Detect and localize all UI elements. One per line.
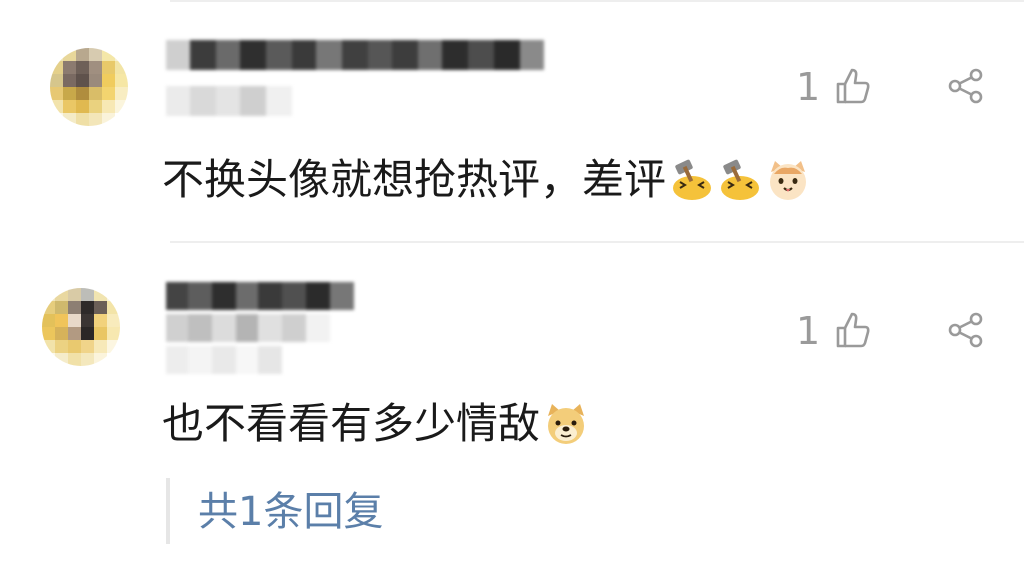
share-icon[interactable] xyxy=(948,312,984,348)
divider xyxy=(170,0,1024,2)
pixelated-avatar-image xyxy=(50,48,128,126)
reply-indicator-bar xyxy=(166,478,170,544)
comment-list: 1 不换头像就想抢热评，差评 1 也不看看有多少情敌 共1条回复 xyxy=(0,0,1024,574)
like-count: 1 xyxy=(796,65,821,109)
cat-face-emoji xyxy=(770,161,807,200)
thumbs-up-icon[interactable] xyxy=(834,310,872,350)
share-icon[interactable] xyxy=(948,68,984,104)
comment-body: 也不看看有多少情敌 xyxy=(162,399,541,448)
view-replies-link[interactable]: 共1条回复 xyxy=(198,492,383,532)
avatar[interactable] xyxy=(50,48,128,126)
doge-emoji xyxy=(548,404,585,444)
thumbs-up-icon[interactable] xyxy=(834,66,872,106)
pixelated-avatar-image xyxy=(42,288,120,366)
username-blurred[interactable] xyxy=(166,282,366,378)
comment-text: 也不看看有多少情敌 xyxy=(162,402,588,446)
username-blurred[interactable] xyxy=(166,40,566,132)
like-count: 1 xyxy=(796,309,821,353)
hammer-emoji xyxy=(673,159,712,200)
avatar[interactable] xyxy=(42,288,120,366)
hammer-emoji xyxy=(721,159,760,200)
comment-text: 不换头像就想抢热评，差评 xyxy=(162,158,810,202)
comment-body: 不换头像就想抢热评，差评 xyxy=(162,155,667,204)
divider xyxy=(170,241,1024,243)
